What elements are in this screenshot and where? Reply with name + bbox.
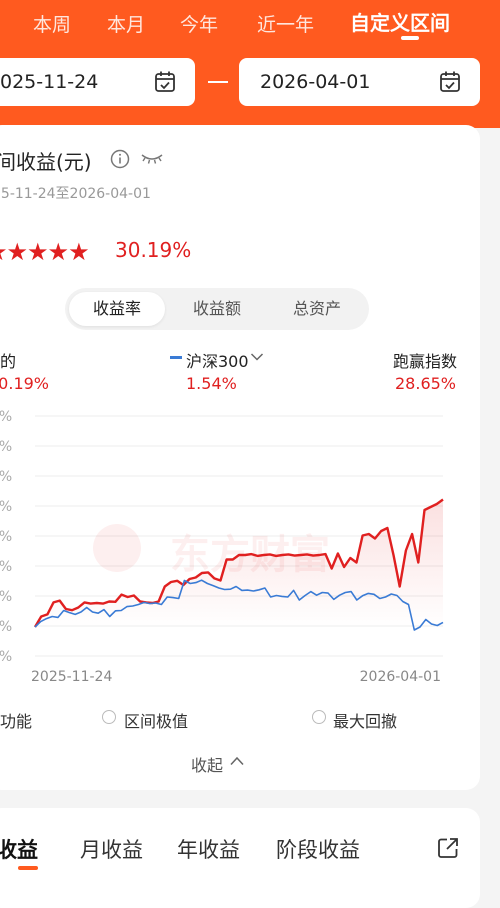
share-icon[interactable]: [436, 836, 460, 860]
option-max-drawdown[interactable]: 最大回撤: [333, 708, 397, 732]
range-extremes-radio[interactable]: [102, 710, 116, 724]
x-tick-label: 2026-04-01: [360, 669, 441, 685]
tab-custom-range[interactable]: 自定义区间: [350, 7, 450, 36]
y-tick-label: 0%: [0, 499, 12, 515]
active-bottom-tab-indicator: [18, 866, 38, 870]
end-date-value: 2026-04-01: [260, 71, 371, 93]
series-area-fill: [35, 499, 443, 627]
option-range-extremes[interactable]: 区间极值: [124, 708, 188, 732]
eye-closed-icon[interactable]: [140, 150, 164, 166]
card-title: 间收益(元): [0, 150, 92, 174]
period-tabs: 本周 本月 今年 近一年 自定义区间: [0, 0, 500, 46]
date-range-separator: [208, 81, 228, 83]
segment-return-rate[interactable]: 收益率: [69, 292, 165, 326]
legend-mine-label: 我的: [0, 352, 17, 371]
legend-benchmark-value: 1.54%: [186, 374, 237, 393]
star-rating: ★★★★★: [0, 238, 90, 266]
y-tick-label: 0%: [0, 469, 12, 485]
returns-tabs-card: [0, 808, 480, 908]
end-date-field[interactable]: 2026-04-01: [239, 58, 480, 106]
calendar-icon: [155, 71, 175, 92]
legend-mine-value: 30.19%: [0, 374, 50, 393]
date-range-label: 25-11-24至2026-04-01: [0, 186, 151, 202]
collapse-button[interactable]: 收起: [191, 752, 223, 776]
tab-period-returns[interactable]: 阶段收益: [276, 834, 360, 864]
option-linkage[interactable]: 动功能: [0, 708, 32, 732]
y-tick-label: 0%: [0, 439, 12, 455]
legend-index-label: 跑赢指数: [393, 352, 458, 371]
y-tick-label: 0%: [0, 409, 12, 425]
info-icon[interactable]: [110, 149, 130, 169]
y-tick-label: 0%: [0, 619, 12, 635]
y-tick-label: 0%: [0, 649, 12, 665]
tab-yearly-returns[interactable]: 年收益: [177, 834, 240, 864]
segment-return-amount[interactable]: 收益额: [169, 292, 265, 326]
tab-week[interactable]: 本周: [33, 10, 71, 37]
tab-last-year[interactable]: 近一年: [257, 10, 314, 37]
benchmark-line-swatch: [170, 356, 182, 359]
y-tick-label: 0%: [0, 529, 12, 545]
chevron-down-icon[interactable]: [250, 352, 264, 362]
y-tick-label: 0%: [0, 589, 12, 605]
active-tab-indicator: [401, 36, 419, 40]
returns-line-chart[interactable]: 0%0%0%0%0%0%0%0%0%东方财富2025-11-242026-04-…: [0, 400, 500, 700]
calendar-icon: [440, 71, 460, 92]
watermark-logo-icon: [93, 524, 141, 572]
start-date-field[interactable]: 025-11-24: [0, 58, 195, 106]
chevron-up-icon[interactable]: [229, 755, 245, 767]
x-tick-label: 2025-11-24: [31, 669, 112, 685]
tab-month[interactable]: 本月: [107, 10, 145, 37]
start-date-value: 025-11-24: [0, 71, 99, 93]
max-drawdown-radio[interactable]: [312, 710, 326, 724]
segment-total-assets[interactable]: 总资产: [269, 292, 365, 326]
metric-segmented-control: 收益率 收益额 总资产: [65, 288, 369, 330]
tab-monthly-returns[interactable]: 月收益: [80, 834, 143, 864]
total-return-value: 30.19%: [115, 238, 192, 262]
legend-index-value: 28.65%: [395, 374, 457, 393]
legend-benchmark-label[interactable]: 沪深300: [186, 348, 249, 372]
tab-returns[interactable]: 收益: [0, 834, 38, 864]
tab-year-to-date[interactable]: 今年: [180, 10, 218, 37]
y-tick-label: 0%: [0, 559, 12, 575]
